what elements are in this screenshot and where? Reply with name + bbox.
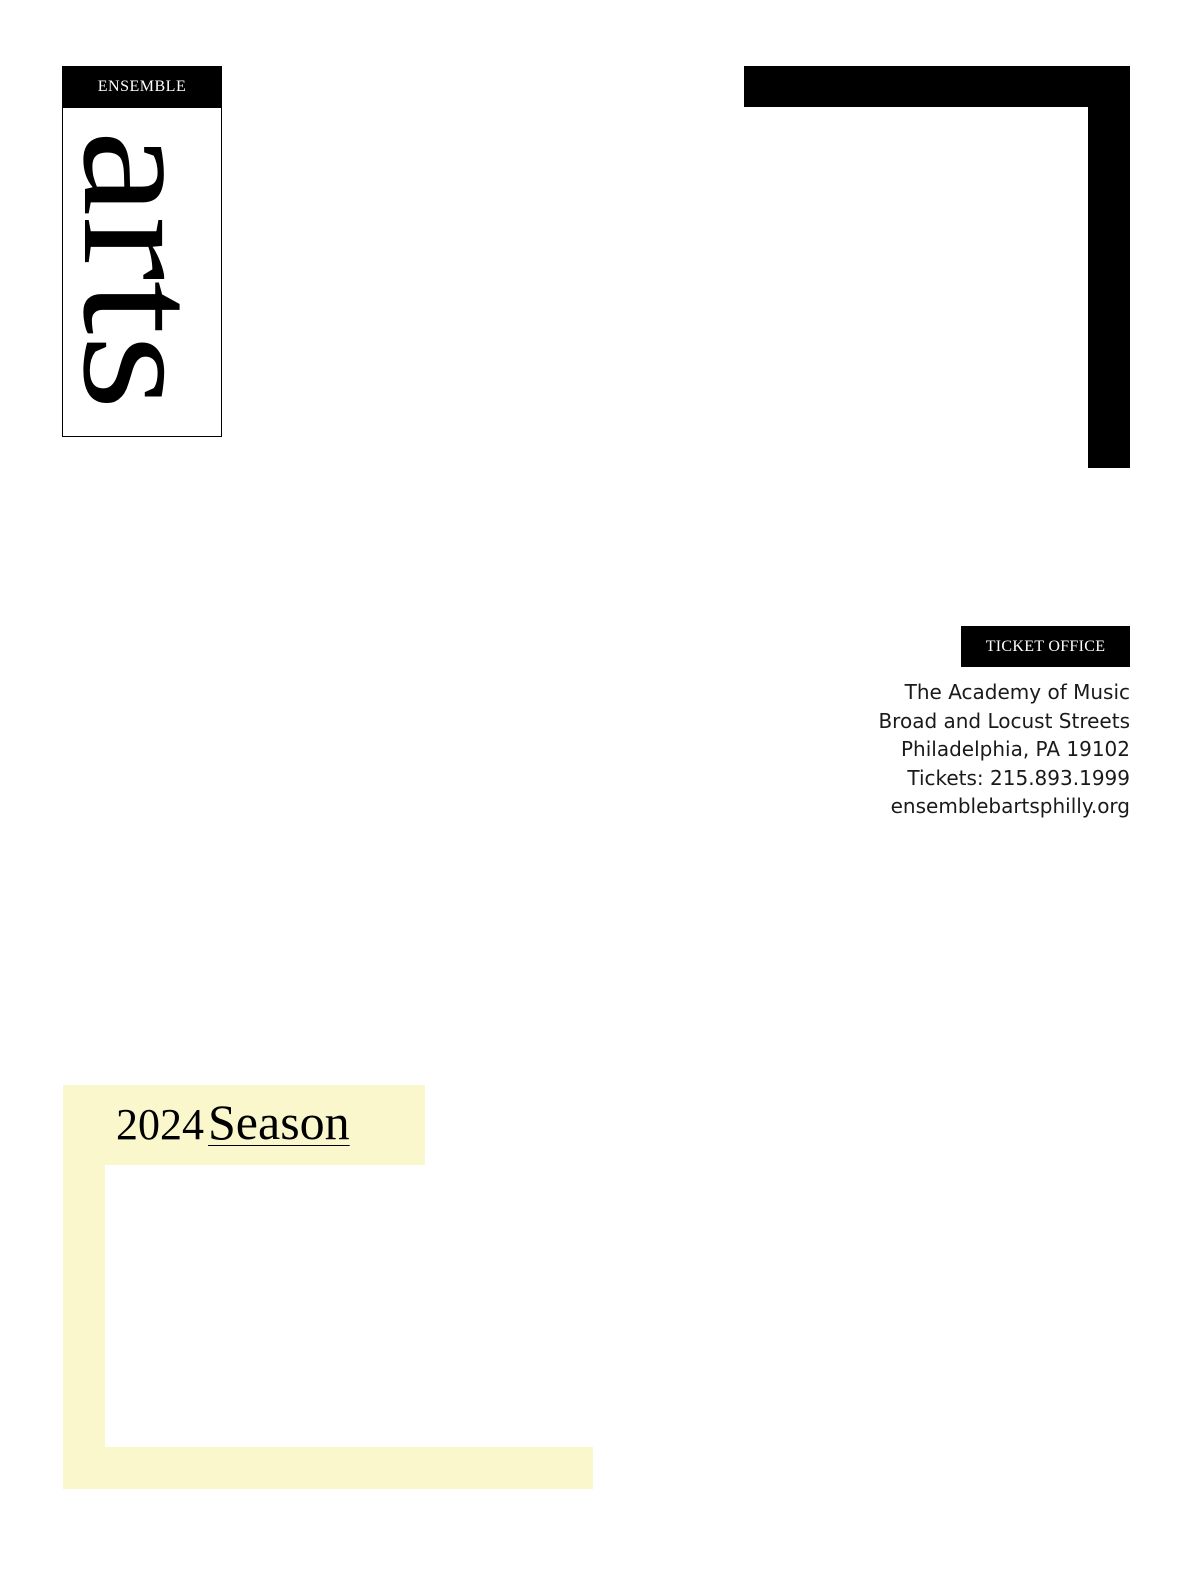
ticket-office-address: The Academy of Music Broad and Locust St… bbox=[710, 678, 1130, 821]
season-highlight-bottom bbox=[63, 1447, 593, 1489]
address-phone: Tickets: 215.893.1999 bbox=[907, 765, 1130, 790]
address-venue: The Academy of Music bbox=[904, 680, 1130, 704]
brand-logo: ENSEMBLE arts bbox=[62, 66, 222, 437]
corner-bracket-top bbox=[744, 66, 1130, 107]
logo-ensemble-label: ENSEMBLE bbox=[62, 66, 222, 107]
season-word: Season bbox=[208, 1094, 350, 1150]
address-street: Broad and Locust Streets bbox=[878, 708, 1130, 733]
season-highlight-left bbox=[63, 1085, 105, 1489]
ticket-office-label: TICKET OFFICE bbox=[961, 626, 1130, 667]
season-title: 2024 Season bbox=[116, 1093, 350, 1151]
address-city: Philadelphia, PA 19102 bbox=[900, 737, 1130, 762]
logo-arts-wordmark: arts bbox=[77, 130, 207, 414]
corner-bracket-side bbox=[1088, 66, 1130, 468]
logo-arts-text: arts bbox=[77, 130, 207, 410]
logo-arts-box: arts bbox=[62, 107, 222, 437]
address-website[interactable]: ensemblebartsphilly.org bbox=[710, 792, 1130, 821]
season-year: 2024 bbox=[116, 1100, 204, 1149]
